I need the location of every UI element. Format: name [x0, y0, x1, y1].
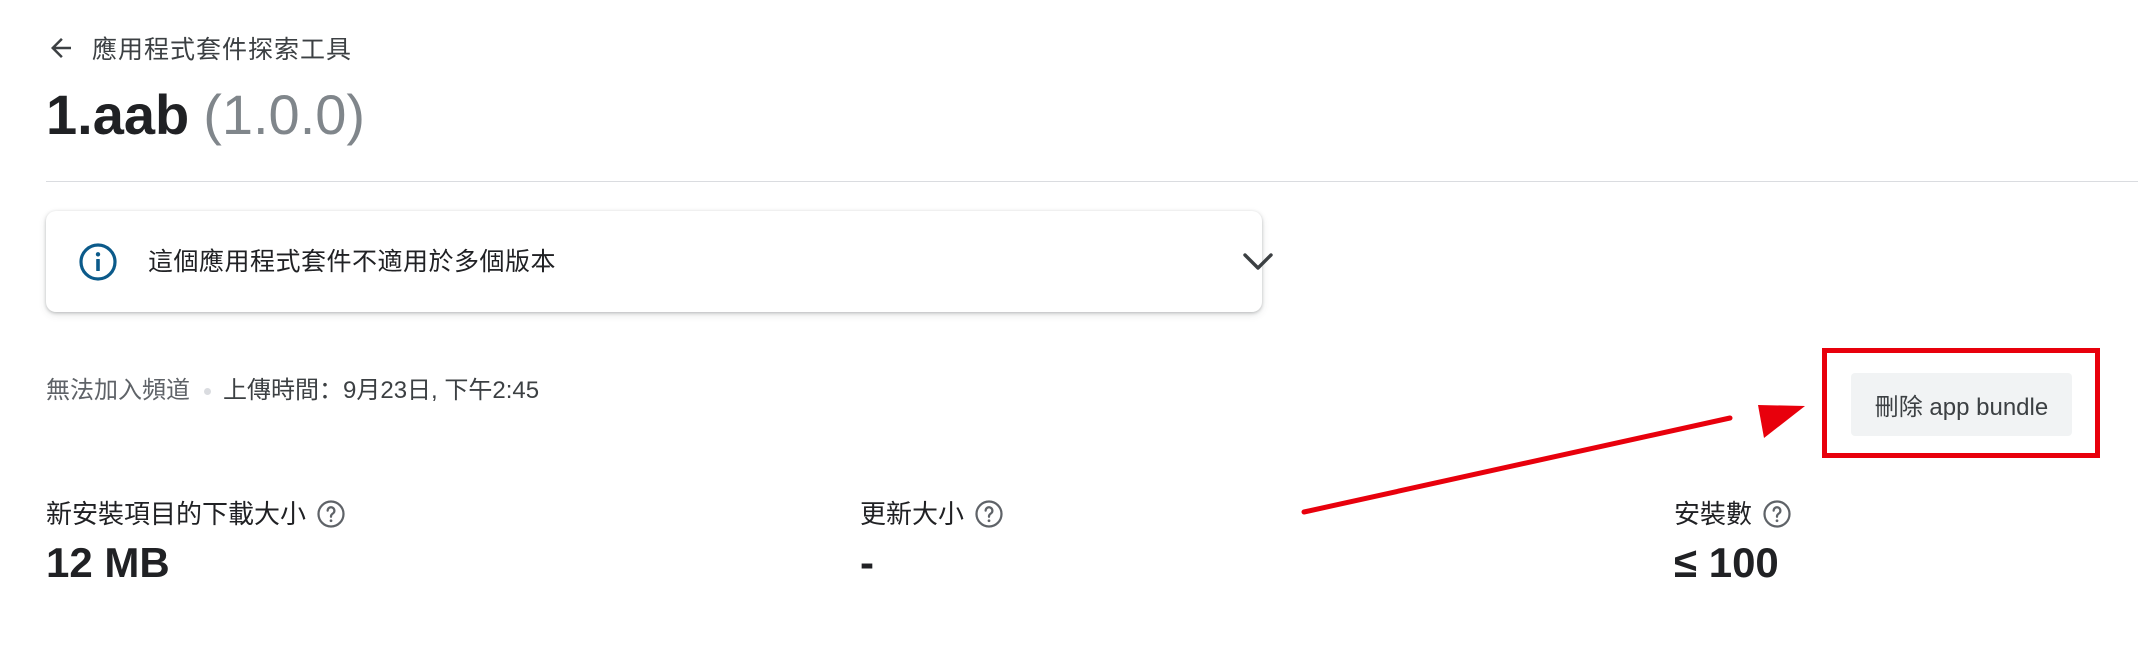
help-icon[interactable] [1762, 499, 1792, 529]
info-message: 這個應用程式套件不適用於多個版本 [148, 248, 557, 276]
channel-status: 無法加入頻道 [46, 377, 190, 404]
delete-app-bundle-button[interactable]: 刪除 app bundle [1851, 373, 2072, 436]
stat-download-size: 新安裝項目的下載大小 12 MB [46, 496, 346, 588]
bundle-version: (1.0.0) [203, 83, 366, 146]
stat-label: 安裝數 [1674, 499, 1753, 529]
help-icon[interactable] [974, 499, 1004, 529]
stat-value: 12 MB [46, 539, 170, 586]
stat-label: 更新大小 [860, 499, 965, 529]
arrow-back-icon [51, 38, 71, 58]
app-bundle-detail-page: 應用程式套件探索工具 1.aab (1.0.0) 這個應用程式套件不適用於多個版本… [0, 0, 2138, 670]
bundle-meta: 無法加入頻道 上傳時間：9月23日, 下午2:45 [46, 374, 539, 408]
stat-update-size: 更新大小 - [860, 496, 1004, 588]
header-divider [46, 181, 2138, 182]
back-link-label: 應用程式套件探索工具 [92, 36, 353, 64]
bundle-name: 1.aab [46, 83, 190, 146]
page-title: 1.aab (1.0.0) [46, 80, 365, 150]
stat-value: ≤ 100 [1674, 539, 1779, 586]
stat-installs: 安裝數 ≤ 100 [1674, 496, 1792, 588]
stat-value: - [860, 539, 874, 586]
help-icon[interactable] [316, 499, 346, 529]
info-expansion-card[interactable]: 這個應用程式套件不適用於多個版本 [46, 211, 1273, 312]
upload-time: 上傳時間：9月23日, 下午2:45 [223, 377, 540, 404]
back-link[interactable]: 應用程式套件探索工具 [46, 30, 352, 66]
info-icon [79, 243, 117, 281]
chevron-down-icon[interactable] [1240, 247, 1276, 277]
stat-label: 新安裝項目的下載大小 [46, 499, 307, 529]
separator-dot [204, 387, 211, 395]
